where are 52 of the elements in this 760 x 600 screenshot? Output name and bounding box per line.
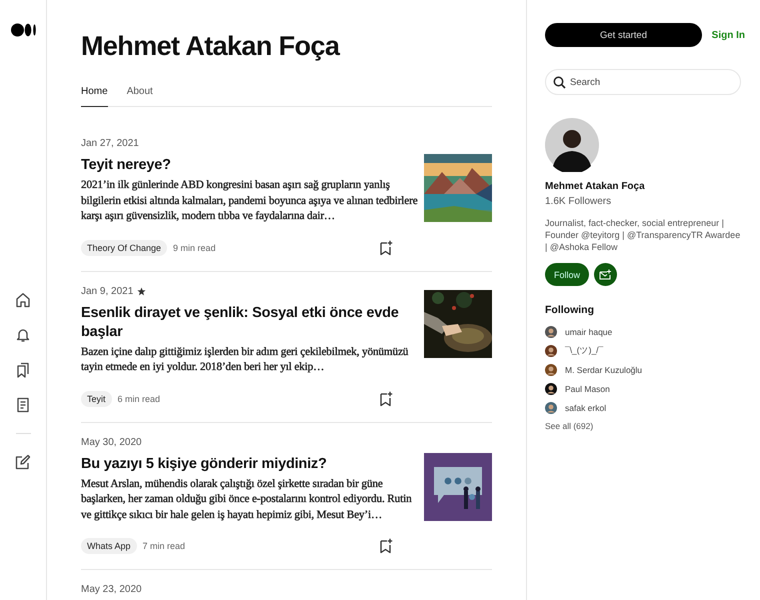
read-time: 6 min read: [118, 394, 160, 404]
edit-icon[interactable]: [15, 454, 31, 470]
following-name[interactable]: safak erkol: [565, 402, 606, 412]
post-date: May 23, 2020: [81, 584, 142, 595]
follower-count[interactable]: 1.6K Followers: [545, 196, 741, 207]
bell-icon[interactable]: [15, 327, 31, 343]
following-name[interactable]: ¯\_(ツ)_/¯: [565, 344, 604, 356]
get-started-button[interactable]: Get started: [545, 23, 702, 47]
post-title[interactable]: Esenlik dirayet ve şenlik: Sosyal etki önce evde başlar: [81, 304, 421, 342]
see-all-link[interactable]: See all (692): [545, 421, 741, 431]
star-icon: [137, 286, 146, 296]
tab[interactable]: About: [126, 86, 153, 107]
document-icon[interactable]: [15, 397, 31, 413]
topic-tag[interactable]: Whats App: [81, 538, 137, 554]
post-title[interactable]: Teyit nereye?: [81, 156, 421, 175]
bookmarks-icon[interactable]: [15, 362, 31, 378]
follow-button[interactable]: Follow: [545, 263, 589, 286]
subscribe-button[interactable]: [594, 263, 617, 286]
sign-in-link[interactable]: Sign In: [712, 30, 745, 40]
following-name[interactable]: umair haque: [565, 326, 612, 336]
post-excerpt: 2021’in ilk günlerinde ABD kongresini basan aşırı sağ grupların yanlış bilgilerin etkisi altında kalmaları, pandemi boyunca aşıya ve alınan tedbirlere karşı aşırı güvensizlik, modern tıbba ve faydalarına dair…: [81, 178, 419, 224]
post-excerpt: Mesut Arslan, mühendis olarak çalıştığı özel şirkette sıradan bir güne başlarken, her zaman olduğu gibi önce e-postalarını kontrol ediyordu. Rutin ve gittikçe sıkıcı bir hale gelen iş hayatı hepimiz gibi, Mesut Bey’i…: [81, 476, 413, 522]
avatar: [545, 344, 557, 356]
read-time: 7 min read: [142, 541, 186, 551]
profile-bio: Journalist, fact-checker, social entrepreneur | Founder @teyitorg | @TransparencyTR Awardee | @Ashoka Fellow: [545, 217, 741, 253]
following-name[interactable]: M. Serdar Kuzuloğlu: [565, 364, 642, 374]
post-date: May 30, 2020: [81, 436, 142, 448]
post-date: Jan 27, 2021: [81, 138, 139, 149]
search-field[interactable]: Search: [545, 69, 741, 95]
bookmark-add-icon[interactable]: [379, 390, 393, 406]
post-title[interactable]: Bu yazıyı 5 kişiye gönderir miydiniz?: [81, 454, 421, 474]
logo-icon[interactable]: [11, 23, 37, 37]
author-name: Mehmet Atakan Foça: [81, 31, 341, 62]
following-name[interactable]: Paul Mason: [565, 384, 610, 394]
avatar: [545, 364, 557, 376]
avatar: [545, 382, 557, 394]
bookmark-add-icon[interactable]: [379, 538, 393, 554]
mail-plus-icon: [599, 269, 612, 280]
avatar: [545, 118, 599, 172]
avatar: [545, 402, 557, 414]
following-heading: Following: [545, 304, 595, 316]
post-date: Jan 9, 2021: [81, 286, 134, 296]
bookmark-add-icon[interactable]: [379, 240, 393, 256]
home-icon[interactable]: [15, 292, 31, 308]
profile-name[interactable]: Mehmet Atakan Foça: [545, 181, 741, 192]
avatar: [545, 326, 557, 338]
tab[interactable]: Home: [81, 86, 108, 107]
topic-tag[interactable]: Teyit: [81, 390, 112, 406]
post-excerpt: Bazen içine dalıp gittiğimiz işlerden bir adım geri çekilebilmek, yönümüzü tayin etmede en iyi yoldur. 2018’den beri her yıl ekip…: [81, 344, 410, 375]
topic-tag[interactable]: Theory Of Change: [81, 240, 168, 256]
search-icon: [553, 76, 566, 89]
read-time: 9 min read: [173, 242, 216, 252]
